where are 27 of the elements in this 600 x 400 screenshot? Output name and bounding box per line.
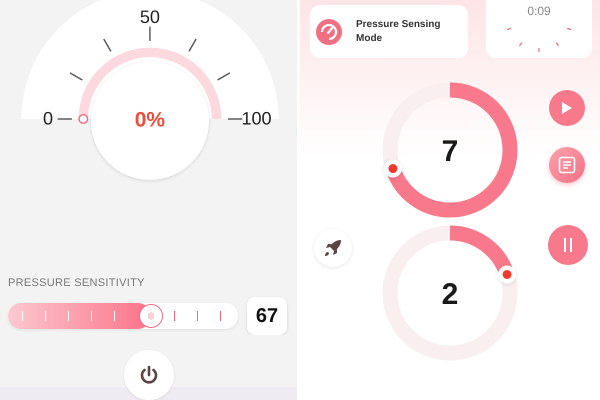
mode-label: Pressure Sensing Mode bbox=[356, 18, 442, 46]
dial-value: 2 bbox=[442, 278, 458, 311]
gauge-label: 50 bbox=[140, 6, 160, 27]
gauge-label: 0 bbox=[43, 108, 54, 129]
dial-knob[interactable] bbox=[384, 160, 402, 178]
rocket-icon bbox=[323, 238, 343, 258]
gauge-marker bbox=[78, 114, 88, 124]
power-button[interactable] bbox=[124, 350, 174, 400]
sensitivity-slider[interactable] bbox=[8, 303, 238, 329]
gauge-label: 100 bbox=[241, 108, 272, 129]
gauge-icon bbox=[316, 18, 342, 44]
dial-value: 7 bbox=[442, 135, 458, 168]
timer-ticks bbox=[505, 27, 573, 54]
notes-button[interactable] bbox=[549, 147, 585, 183]
boost-button[interactable] bbox=[314, 229, 352, 267]
pause-button[interactable] bbox=[548, 225, 588, 265]
play-button[interactable] bbox=[549, 90, 585, 126]
pause-icon bbox=[563, 237, 573, 253]
gauge-value: 0% bbox=[134, 108, 166, 132]
section-label: PRESSURE SENSITIVITY bbox=[7, 277, 146, 289]
sensitivity-value: 67 bbox=[247, 297, 287, 335]
timer-time: 0:09 bbox=[527, 4, 551, 20]
mode-card[interactable]: Pressure Sensing Mode bbox=[310, 5, 468, 58]
dial-knob[interactable] bbox=[498, 265, 516, 284]
play-icon bbox=[561, 101, 573, 115]
document-icon bbox=[558, 156, 576, 174]
power-icon bbox=[138, 364, 160, 386]
